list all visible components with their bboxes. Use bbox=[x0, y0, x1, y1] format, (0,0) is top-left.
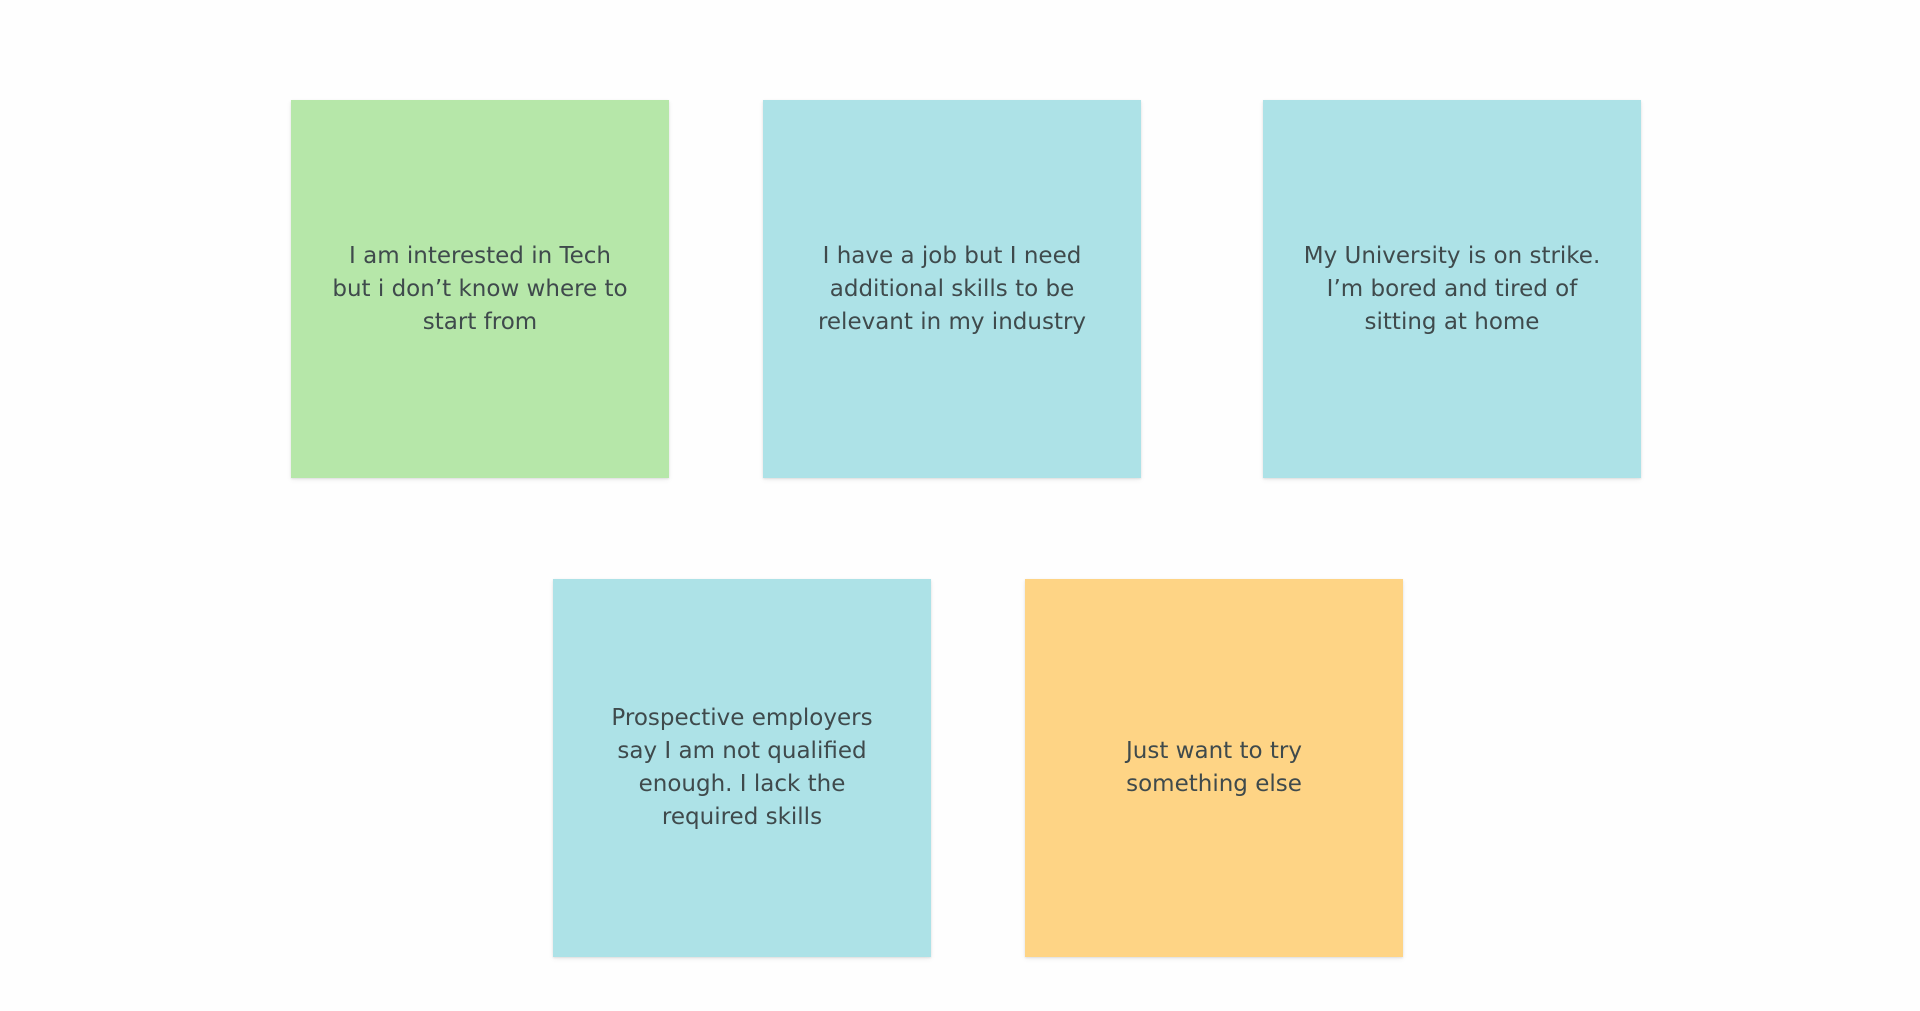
sticky-note-text: I have a job but I need additional skill… bbox=[817, 242, 1087, 335]
sticky-note-not-qualified[interactable]: Prospective employers say I am not quali… bbox=[553, 579, 931, 957]
sticky-note-need-additional-skills[interactable]: I have a job but I need additional skill… bbox=[763, 100, 1141, 478]
sticky-note-text: I am interested in Tech but i don’t know… bbox=[332, 242, 628, 335]
sticky-note-university-strike[interactable]: My University is on strike. I’m bored an… bbox=[1263, 100, 1641, 478]
sticky-note-text: Just want to try something else bbox=[1126, 738, 1302, 797]
sticky-note-text: Prospective employers say I am not quali… bbox=[611, 705, 873, 830]
whiteboard-canvas[interactable]: I am interested in Tech but i don’t know… bbox=[0, 0, 1920, 1011]
sticky-note-try-something-else[interactable]: Just want to try something else bbox=[1025, 579, 1403, 957]
sticky-note-text: My University is on strike. I’m bored an… bbox=[1303, 242, 1601, 335]
sticky-note-interested-in-tech[interactable]: I am interested in Tech but i don’t know… bbox=[291, 100, 669, 478]
